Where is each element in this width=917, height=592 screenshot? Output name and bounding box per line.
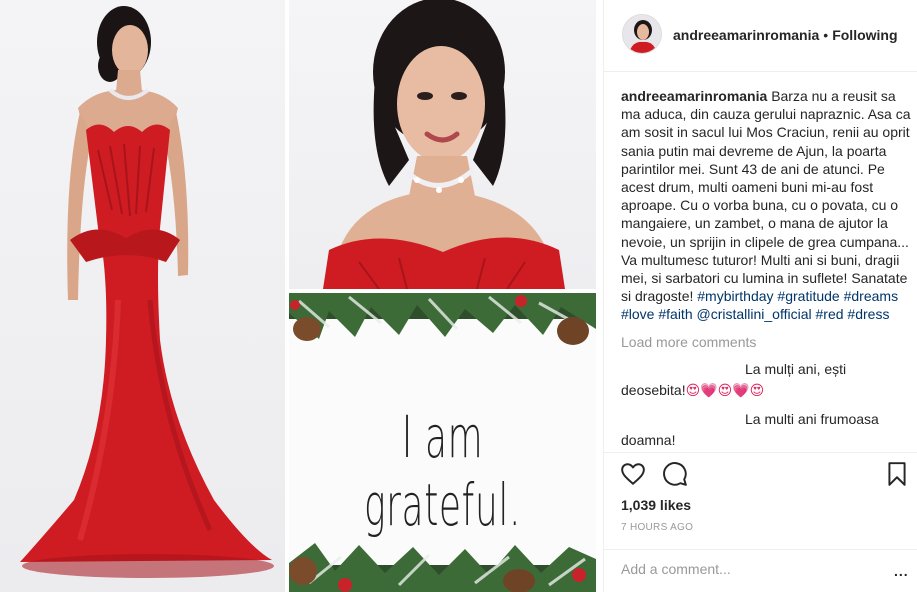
hashtag-link[interactable]: #mybirthday [697, 288, 773, 304]
avatar[interactable] [622, 14, 662, 54]
likes-count[interactable]: 1,039 likes [621, 497, 691, 513]
pine-garland-bottom [289, 543, 596, 592]
speech-bubble-icon[interactable] [662, 461, 688, 487]
post-image-collage[interactable]: I am grateful. [0, 0, 596, 592]
comment-item: La mulți ani, ești deosebita!😍💗😍💗😍 [621, 359, 913, 401]
post-details-panel: andreeamarinromania • Following andreeamar… [603, 0, 917, 592]
hashtag-link[interactable]: #love [621, 306, 654, 322]
hashtag-link[interactable]: #faith [658, 306, 692, 322]
portrait-photo [289, 0, 596, 289]
more-options-icon[interactable]: ... [894, 563, 909, 579]
grateful-card-image: I am grateful. [289, 293, 596, 592]
caption: andreeamarinromania Barza nu a reusit sa… [621, 87, 913, 324]
post-timestamp[interactable]: 7 HOURS AGO [621, 522, 693, 533]
mention-link[interactable]: @cristallini_official [697, 306, 812, 322]
comment-item: La multi ani frumoasa doamna! [621, 409, 913, 451]
post-actions: 1,039 likes 7 HOURS AGO ... [604, 452, 917, 580]
hashtag-link[interactable]: #gratitude [777, 288, 839, 304]
comments-section: andreeamarinromania Barza nu a reusit sa… [621, 87, 913, 451]
add-comment-bar: ... [604, 549, 917, 589]
load-more-comments-button[interactable]: Load more comments [621, 333, 913, 351]
caption-username[interactable]: andreeamarinromania [621, 88, 767, 104]
comment-emoji: 😍💗😍💗😍 [685, 381, 765, 398]
heart-icon[interactable] [620, 461, 646, 487]
post-header: andreeamarinromania • Following [604, 0, 917, 72]
hashtag-link[interactable]: #dreams [844, 288, 898, 304]
separator-dot: • [823, 27, 829, 43]
red-dress-photo [0, 0, 285, 592]
caption-text: Barza nu a reusit sa ma aduca, din cauza… [621, 88, 911, 305]
username-link[interactable]: andreeamarinromania [673, 27, 819, 43]
grateful-text: I am grateful. [363, 403, 522, 539]
following-button[interactable]: Following [832, 27, 897, 43]
add-comment-input[interactable] [621, 561, 881, 577]
header-line: andreeamarinromania • Following [673, 27, 898, 43]
bookmark-icon[interactable] [884, 461, 910, 487]
pine-garland-top [289, 293, 596, 345]
hashtag-link[interactable]: #red [816, 306, 844, 322]
comment-text: La multi ani frumoasa doamna! [621, 410, 879, 448]
hashtag-link[interactable]: #dress [847, 306, 889, 322]
